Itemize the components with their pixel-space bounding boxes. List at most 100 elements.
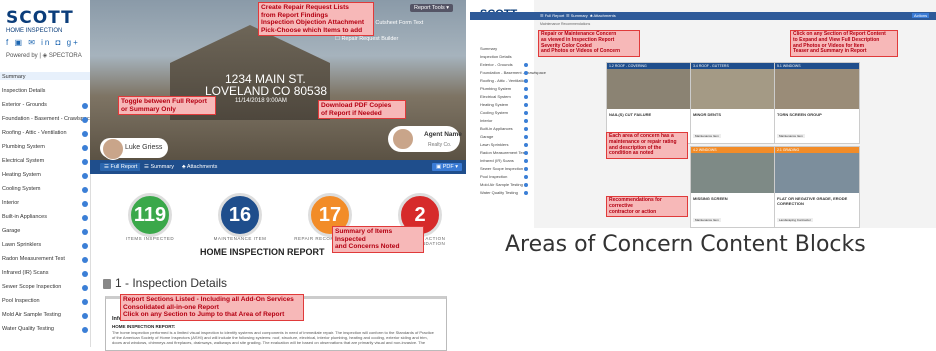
sidebar-item-count-badge xyxy=(82,103,88,109)
right-sidebar-item[interactable]: Mold Air Sample Testing xyxy=(480,182,523,187)
sidebar-item[interactable]: Sewer Scope Inspection xyxy=(2,284,61,290)
right-sidebar-item[interactable]: Radon Measurement Test xyxy=(480,150,526,155)
right-sidebar-count-badge xyxy=(524,151,528,155)
stat-circle: 119 xyxy=(128,193,172,237)
right-sidebar-count-badge xyxy=(524,167,528,171)
right-sidebar-item[interactable]: Heating System xyxy=(480,102,508,107)
sidebar-item[interactable]: Mold Air Sample Testing xyxy=(2,312,61,318)
tab-summary[interactable]: ☰ Summary xyxy=(140,163,178,171)
sidebar-item-count-badge xyxy=(82,131,88,137)
right-sidebar-count-badge xyxy=(524,143,528,147)
sidebar-item[interactable]: Radon Measurement Test xyxy=(2,256,65,262)
right-sidebar-count-badge xyxy=(524,71,528,75)
sidebar-item[interactable]: Garage xyxy=(2,228,20,234)
pdf-download-button[interactable]: ▣ PDF ▾ xyxy=(432,163,463,171)
concern-photo[interactable] xyxy=(775,153,859,193)
sidebar-item[interactable]: Heating System xyxy=(2,172,41,178)
concern-badge: Landscaping Contractor xyxy=(777,218,813,222)
section-title: 1 - Inspection Details xyxy=(115,276,228,290)
right-sidebar-item[interactable]: Exterior - Grounds xyxy=(480,62,513,67)
sidebar-item[interactable]: Cooling System xyxy=(2,186,41,192)
sidebar-item-count-badge xyxy=(82,299,88,305)
powered-by: Powered by | ◈ SPECTORA xyxy=(6,53,82,59)
right-sidebar-item[interactable]: Roofing - Attic - Ventilation xyxy=(480,78,527,83)
caption: Areas of Concern Content Blocks xyxy=(505,232,866,257)
right-sidebar-count-badge xyxy=(524,159,528,163)
sidebar-item[interactable]: Electrical System xyxy=(2,158,44,164)
right-sidebar-item[interactable]: Sewer Scope Inspection xyxy=(480,166,523,171)
company-logo: SCOTT xyxy=(6,8,74,28)
right-sidebar-item[interactable]: Infrared (IR) Scans xyxy=(480,158,514,163)
inspector-name: Luke Griess xyxy=(125,144,163,151)
sidebar-item-count-badge xyxy=(82,229,88,235)
concern-photo[interactable] xyxy=(607,69,691,109)
right-sidebar-count-badge xyxy=(524,127,528,131)
report-tools-button[interactable]: Report Tools ▾ xyxy=(410,4,454,12)
repair-request-builder-link[interactable]: ☐ Repair Request Builder xyxy=(335,36,398,42)
right-sidebar-item[interactable]: Inspection Details xyxy=(480,54,512,59)
tab-full-report[interactable]: ☰ Full Report xyxy=(100,163,142,171)
inspector-avatar xyxy=(102,138,124,160)
right-actions-button[interactable]: Actions xyxy=(912,13,930,18)
right-sidebar-count-badge xyxy=(524,95,528,99)
concern-badge: Maintenance Item xyxy=(777,134,805,138)
report-title: HOME INSPECTION REPORT xyxy=(200,247,325,257)
social-icons[interactable]: f ▣ ✉ in ◘ g+ xyxy=(6,38,80,47)
right-sidebar-item[interactable]: Interior xyxy=(480,118,492,123)
sidebar-item[interactable]: Built-in Appliances xyxy=(2,214,47,220)
right-sidebar-item[interactable]: Built-in Appliances xyxy=(480,126,513,131)
sidebar-item[interactable]: Pool Inspection xyxy=(2,298,40,304)
sidebar-item[interactable]: Lawn Sprinklers xyxy=(2,242,41,248)
right-sidebar-item[interactable]: Foundation - Basement - Crawlspace xyxy=(480,70,546,75)
callout-download-pdf: Download PDF Copies of Report if Needed xyxy=(318,100,406,120)
sidebar-item[interactable]: Exterior - Grounds xyxy=(2,102,47,108)
right-tab-full-report[interactable]: ☰ Full Report xyxy=(540,13,564,18)
callout-repair-request: Create Repair Request Lists from Report … xyxy=(258,2,374,37)
right-sidebar-count-badge xyxy=(524,87,528,91)
right-sidebar-item[interactable]: Lawn Sprinklers xyxy=(480,142,508,147)
tab-attachments[interactable]: ♣ Attachments xyxy=(178,163,222,171)
stat-label: MAINTENANCE ITEM xyxy=(213,236,267,241)
concern-photo[interactable] xyxy=(691,69,775,109)
right-sidebar-count-badge xyxy=(524,119,528,123)
sidebar-item-count-badge xyxy=(82,201,88,207)
concern-badge: Maintenance Item xyxy=(693,218,721,222)
content-header: HOME INSPECTION REPORT: xyxy=(112,324,176,329)
right-sidebar-item[interactable]: Pool Inspection xyxy=(480,174,507,179)
sidebar-item-count-badge xyxy=(82,313,88,319)
sidebar-item-count-badge xyxy=(82,257,88,263)
sidebar-item[interactable]: Roofing - Attic - Ventilation xyxy=(2,130,67,136)
company-logo-sub: HOME INSPECTION xyxy=(6,28,63,34)
sidebar-item-count-badge xyxy=(82,159,88,165)
sidebar-item-count-badge xyxy=(82,173,88,179)
sidebar-item[interactable]: Water Quality Testing xyxy=(2,326,54,332)
sidebar-item-count-badge xyxy=(82,271,88,277)
sidebar-item[interactable]: Inspection Details xyxy=(2,88,45,94)
right-tab-summary[interactable]: ☰ Summary xyxy=(566,13,588,18)
sidebar-item[interactable]: Infrared (IR) Scans xyxy=(2,270,48,276)
right-sidebar-item[interactable]: Garage xyxy=(480,134,493,139)
concern-title: NAIL(S) CUT FAILURE xyxy=(609,112,652,117)
concern-photo[interactable] xyxy=(775,69,859,109)
right-callout-expand: Click on any Section of Report Content t… xyxy=(790,30,898,57)
agent-company: Realty Co. xyxy=(428,142,452,148)
concern-photo[interactable] xyxy=(691,153,775,193)
right-sidebar-item[interactable]: Summary xyxy=(480,46,497,51)
right-sidebar-item[interactable]: Plumbing System xyxy=(480,86,511,91)
right-callout-rating: Each area of concern has a maintenance o… xyxy=(606,132,688,159)
sidebar-item-count-badge xyxy=(82,117,88,123)
right-sidebar-item[interactable]: Water Quality Testing xyxy=(480,190,518,195)
sidebar-item[interactable]: Summary xyxy=(2,74,26,80)
right-tab-attachments[interactable]: ♣ Attachments xyxy=(590,13,616,18)
sidebar-item-count-badge xyxy=(82,285,88,291)
sidebar-item-count-badge xyxy=(82,215,88,221)
right-sidebar-item[interactable]: Cooling System xyxy=(480,110,508,115)
sidebar-item[interactable]: Plumbing System xyxy=(2,144,45,150)
document-icon xyxy=(103,279,111,289)
right-sidebar-item[interactable]: Electrical System xyxy=(480,94,511,99)
content-body: The home inspection performed is a limit… xyxy=(112,330,434,345)
stat-label: ITEMS INSPECTED xyxy=(125,236,175,241)
right-sidebar-count-badge xyxy=(524,63,528,67)
sidebar-item[interactable]: Interior xyxy=(2,200,19,206)
sidebar-item[interactable]: Foundation - Basement - Crawlspace xyxy=(2,116,93,122)
